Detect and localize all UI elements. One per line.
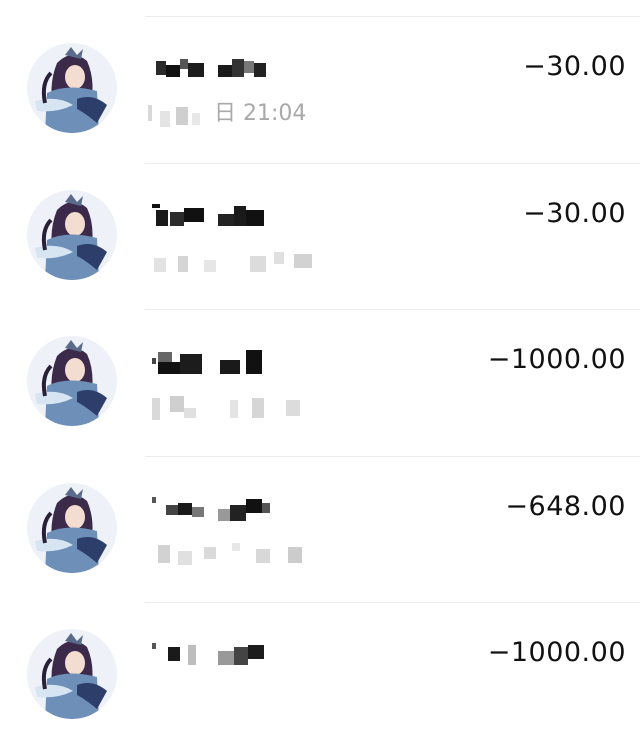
avatar xyxy=(27,482,117,573)
transaction-amount: −30.00 xyxy=(523,51,626,82)
merchant-name-redacted xyxy=(152,57,272,81)
avatar xyxy=(27,189,117,280)
merchant-name-redacted xyxy=(152,496,272,521)
transaction-row[interactable]: 日 21:04 −30.00 xyxy=(0,17,640,164)
avatar-image xyxy=(27,336,117,426)
transaction-amount: −1000.00 xyxy=(487,637,626,668)
avatar xyxy=(27,336,117,426)
avatar-image xyxy=(27,482,117,573)
transaction-row[interactable]: −1000.00 xyxy=(0,603,640,749)
transaction-time xyxy=(148,246,348,276)
merchant-name-redacted xyxy=(152,350,272,374)
merchant-name-redacted xyxy=(152,643,272,667)
avatar-image xyxy=(27,189,117,280)
transaction-amount: −1000.00 xyxy=(487,344,626,375)
transaction-amount: −648.00 xyxy=(505,490,626,522)
transaction-list[interactable]: 日 21:04 −30.00 −30.00 −1000.00 −648.00 −… xyxy=(0,17,640,749)
merchant-name-redacted xyxy=(152,203,272,228)
avatar xyxy=(27,629,117,719)
avatar-image xyxy=(27,43,117,133)
transaction-time xyxy=(148,539,348,569)
transaction-row[interactable]: −1000.00 xyxy=(0,310,640,457)
transaction-row[interactable]: −648.00 xyxy=(0,457,640,603)
transaction-time: 日 21:04 xyxy=(148,99,348,129)
transaction-time-text: 日 21:04 xyxy=(214,101,307,126)
avatar-image xyxy=(27,629,117,719)
transaction-amount: −30.00 xyxy=(523,197,626,229)
transaction-time xyxy=(148,392,348,422)
transaction-row[interactable]: −30.00 xyxy=(0,164,640,310)
avatar xyxy=(27,43,117,133)
